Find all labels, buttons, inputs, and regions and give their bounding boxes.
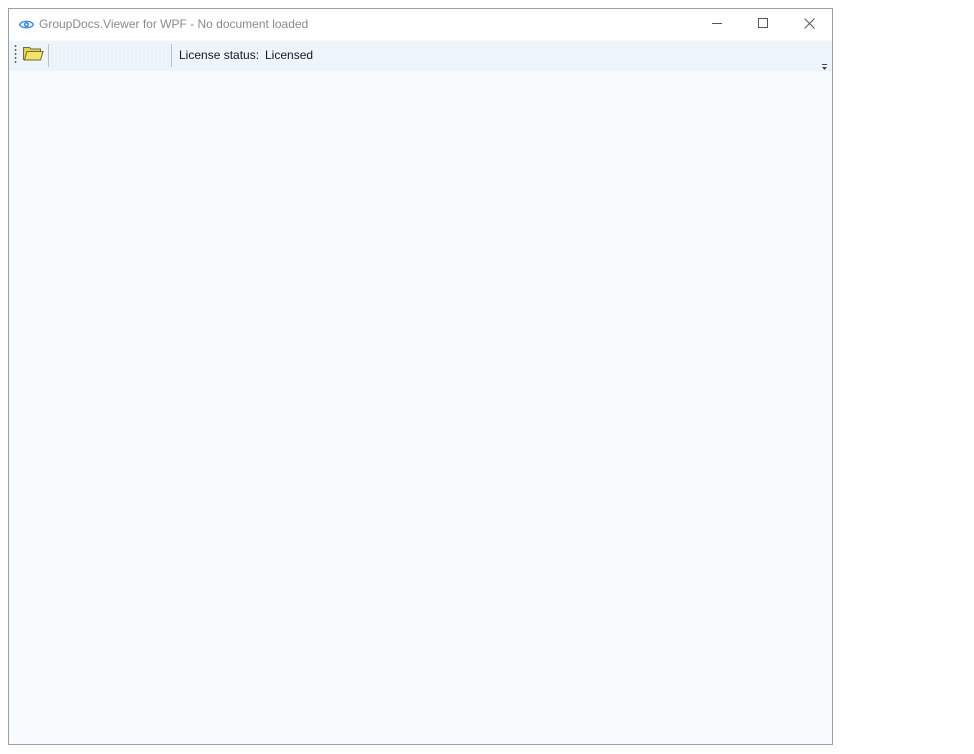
license-status-label: License status: xyxy=(179,48,260,62)
minimize-icon xyxy=(711,16,723,34)
eye-icon xyxy=(18,16,35,33)
toolbar-separator xyxy=(48,44,49,67)
folder-open-icon xyxy=(22,44,44,67)
close-button[interactable] xyxy=(786,9,832,40)
minimize-button[interactable] xyxy=(694,9,740,40)
title-bar[interactable]: GroupDocs.Viewer for WPF - No document l… xyxy=(9,9,832,40)
close-icon xyxy=(803,16,815,34)
maximize-icon xyxy=(757,16,769,34)
maximize-button[interactable] xyxy=(740,9,786,40)
document-viewer-area[interactable] xyxy=(9,71,832,744)
license-status-value: Licensed xyxy=(265,48,314,62)
toolbar-grip[interactable] xyxy=(14,44,17,64)
window-title: GroupDocs.Viewer for WPF - No document l… xyxy=(39,17,309,31)
open-document-button[interactable] xyxy=(21,44,45,66)
app-window: GroupDocs.Viewer for WPF - No document l… xyxy=(8,8,833,745)
toolbar-empty-area xyxy=(51,44,169,67)
toolbar-overflow-icon[interactable] xyxy=(820,59,830,70)
toolbar-separator xyxy=(171,44,172,67)
toolbar: License status: Licensed xyxy=(9,41,832,71)
